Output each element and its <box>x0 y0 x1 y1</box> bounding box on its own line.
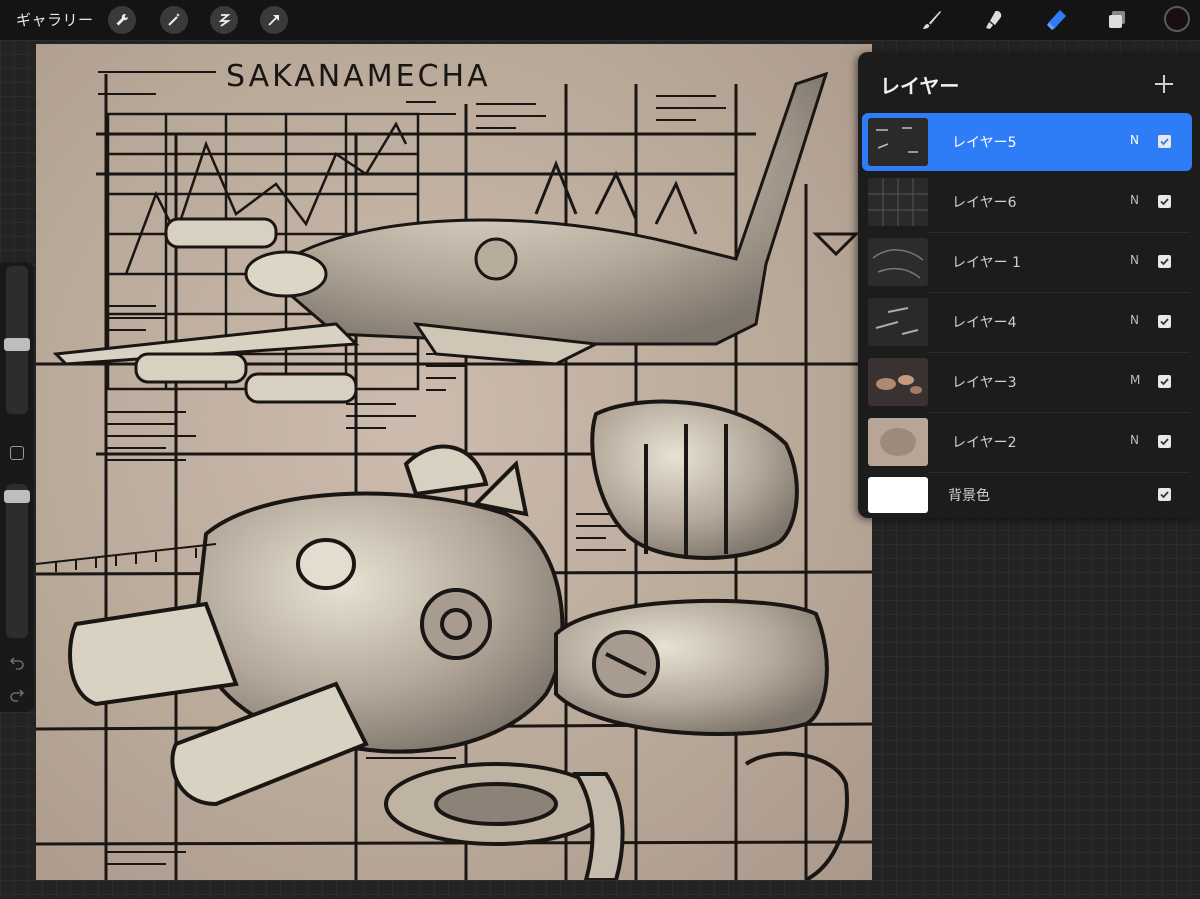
layer-visibility-checkbox[interactable] <box>1158 315 1171 328</box>
transform-arrow-icon[interactable] <box>260 6 288 34</box>
eraser-icon[interactable] <box>1042 6 1070 34</box>
drawing-canvas[interactable]: SAKANAMECHA <box>36 44 872 880</box>
layer-blend-mode[interactable]: M <box>1130 373 1140 387</box>
layers-panel: レイヤー レイヤー5 N レイヤー6 N レイヤー 1 N レイヤー4 N レイ… <box>858 52 1200 518</box>
opacity-slider-thumb[interactable] <box>4 490 30 503</box>
layer-name: 背景色 <box>948 488 990 504</box>
layer-blend-mode[interactable]: N <box>1130 433 1139 447</box>
layer-row-layer2[interactable]: レイヤー2 N <box>862 413 1192 471</box>
layers-icon[interactable] <box>1103 6 1131 34</box>
layer-row-background-color[interactable]: 背景色 <box>862 473 1192 517</box>
layer-thumbnail <box>868 118 928 166</box>
top-toolbar: ギャラリー <box>0 0 1200 40</box>
layer-visibility-checkbox[interactable] <box>1158 135 1171 148</box>
layer-visibility-checkbox[interactable] <box>1158 488 1171 501</box>
actions-wrench-icon[interactable] <box>108 6 136 34</box>
brush-icon[interactable] <box>918 6 946 34</box>
layer-blend-mode[interactable]: N <box>1130 313 1139 327</box>
layer-thumbnail <box>868 238 928 286</box>
layer-name: レイヤー2 <box>952 435 1017 451</box>
adjustments-magic-wand-icon[interactable] <box>160 6 188 34</box>
color-picker-swatch[interactable] <box>1164 6 1190 32</box>
layer-blend-mode[interactable]: N <box>1130 133 1139 147</box>
canvas-title-text: SAKANAMECHA <box>226 59 491 94</box>
layer-name: レイヤー 1 <box>952 255 1021 271</box>
selection-icon[interactable] <box>210 6 238 34</box>
artwork: SAKANAMECHA <box>36 44 872 880</box>
brush-size-slider-thumb[interactable] <box>4 338 30 351</box>
layer-row-layer6[interactable]: レイヤー6 N <box>862 173 1192 231</box>
smudge-icon[interactable] <box>980 6 1008 34</box>
layer-row-layer5[interactable]: レイヤー5 N <box>862 113 1192 171</box>
layer-row-layer4[interactable]: レイヤー4 N <box>862 293 1192 351</box>
layer-blend-mode[interactable]: N <box>1130 193 1139 207</box>
layer-thumbnail <box>868 418 928 466</box>
gallery-button[interactable]: ギャラリー <box>16 9 94 30</box>
layer-blend-mode[interactable]: N <box>1130 253 1139 267</box>
modify-button[interactable] <box>10 446 24 460</box>
layer-row-layer3[interactable]: レイヤー3 M <box>862 353 1192 411</box>
undo-icon[interactable] <box>9 654 25 670</box>
layer-thumbnail <box>868 178 928 226</box>
layer-visibility-checkbox[interactable] <box>1158 375 1171 388</box>
layer-visibility-checkbox[interactable] <box>1158 255 1171 268</box>
layer-name: レイヤー3 <box>952 375 1017 391</box>
left-sidebar <box>0 262 34 712</box>
layer-row-layer1[interactable]: レイヤー 1 N <box>862 233 1192 291</box>
layer-thumbnail <box>868 358 928 406</box>
layer-name: レイヤー5 <box>952 135 1017 151</box>
layers-panel-title: レイヤー <box>880 74 960 98</box>
opacity-slider[interactable] <box>6 484 28 638</box>
layer-visibility-checkbox[interactable] <box>1158 195 1171 208</box>
layer-name: レイヤー4 <box>952 315 1017 331</box>
add-layer-plus-icon[interactable] <box>1150 70 1178 98</box>
layer-visibility-checkbox[interactable] <box>1158 435 1171 448</box>
layer-thumbnail <box>868 298 928 346</box>
redo-icon[interactable] <box>9 686 25 702</box>
background-color-swatch[interactable] <box>868 477 928 513</box>
layer-name: レイヤー6 <box>952 195 1017 211</box>
